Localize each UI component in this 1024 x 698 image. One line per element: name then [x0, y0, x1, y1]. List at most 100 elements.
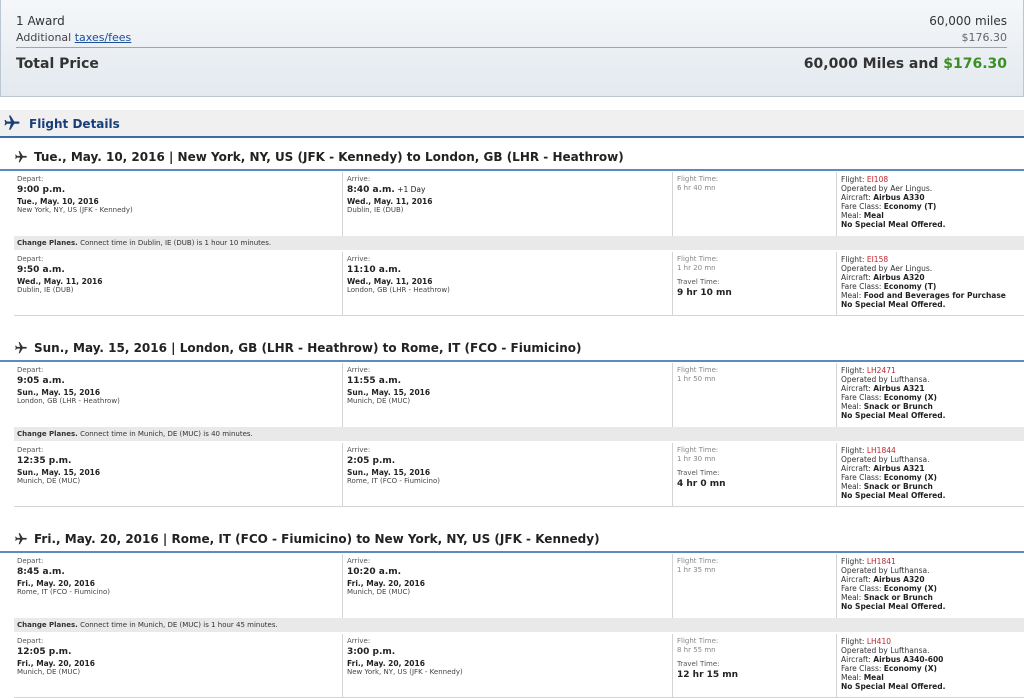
fare-class: Fare Class: Economy (T) [841, 282, 936, 291]
flight-info-cell: Flight: LH410 Operated by Lufthansa. Air… [838, 634, 1024, 698]
total-miles: 60,000 Miles and [803, 56, 944, 72]
flight-time-label: Flight Time: [677, 255, 719, 263]
fare-class-value: Economy (X) [883, 473, 937, 482]
arrive-date: Sun., May. 15, 2016 [347, 388, 431, 397]
summary-divider [16, 47, 1007, 48]
meal-label: Meal: [841, 402, 864, 411]
depart-place: Munich, DE (MUC) [17, 668, 81, 676]
depart-date: Tue., May. 10, 2016 [17, 197, 99, 206]
depart-label: Depart: [17, 446, 44, 454]
operated-by: Operated by Aer Lingus. [841, 184, 933, 193]
fare-class-label: Fare Class: [841, 393, 884, 402]
meal-value: Snack or Brunch [863, 593, 933, 602]
fare-class: Fare Class: Economy (X) [841, 664, 937, 673]
flight-info-cell: Flight: LH1844 Operated by Lufthansa. Ai… [838, 443, 1024, 507]
meal: Meal: Meal [841, 673, 884, 682]
segment-divider [0, 551, 1024, 553]
arrive-cell: Arrive: 2:05 p.m. Sun., May. 15, 2016 Ro… [344, 443, 673, 507]
aircraft-label: Aircraft: [841, 193, 874, 202]
flight-number-value[interactable]: EI108 [867, 175, 888, 184]
segment-title: Fri., May. 20, 2016 | Rome, IT (FCO - Fi… [14, 529, 600, 549]
flight-time-label: Flight Time: [677, 446, 719, 454]
segment-divider [0, 360, 1024, 362]
segment-title-text: Sun., May. 15, 2016 | London, GB (LHR - … [34, 341, 582, 355]
flight-time-label: Flight Time: [677, 637, 719, 645]
aircraft: Aircraft: Airbus A340-600 [841, 655, 943, 664]
flight-time-value: 1 hr 50 mn [677, 375, 716, 383]
special-meal-value: No Special Meal Offered. [841, 682, 946, 691]
arrive-label: Arrive: [347, 557, 371, 565]
airplane-icon [15, 533, 27, 545]
change-planes-label: Change Planes. [17, 239, 78, 247]
depart-time: 9:05 a.m. [17, 376, 65, 386]
meal-value: Snack or Brunch [863, 402, 933, 411]
depart-cell: Depart: 9:05 a.m. Sun., May. 15, 2016 Lo… [14, 363, 343, 427]
change-planes-bar: Change Planes. Connect time in Dublin, I… [14, 236, 1024, 250]
depart-place: Rome, IT (FCO - Fiumicino) [17, 588, 111, 596]
flight-leg-row: Depart: 12:05 p.m. Fri., May. 20, 2016 M… [0, 634, 1024, 698]
flight-number-value[interactable]: LH410 [867, 637, 891, 646]
special-meal-value: No Special Meal Offered. [841, 220, 946, 229]
flight-number: Flight: EI108 [841, 175, 888, 184]
connect-time-text: Connect time in Dublin, IE (DUB) is 1 ho… [80, 239, 272, 247]
change-planes-bar: Change Planes. Connect time in Munich, D… [14, 427, 1024, 441]
taxes-fees-link[interactable]: taxes/fees [75, 31, 132, 44]
row-divider [14, 315, 1024, 316]
segment-title: Tue., May. 10, 2016 | New York, NY, US (… [14, 147, 624, 167]
arrive-place: Munich, DE (MUC) [347, 588, 411, 596]
depart-place: New York, NY, US (JFK - Kennedy) [17, 206, 133, 214]
change-planes-bar: Change Planes. Connect time in Munich, D… [14, 618, 1024, 632]
arrive-date: Fri., May. 20, 2016 [347, 659, 425, 668]
total-price-value: 60,000 Miles and $176.30 [804, 56, 1007, 72]
price-summary: 1 Award 60,000 miles Additional taxes/fe… [0, 0, 1024, 97]
depart-date: Fri., May. 20, 2016 [17, 579, 95, 588]
flight-info-cell: Flight: EI108 Operated by Aer Lingus. Ai… [838, 172, 1024, 236]
operated-by: Operated by Lufthansa. [841, 375, 930, 384]
meal-label: Meal: [841, 482, 864, 491]
aircraft-label: Aircraft: [841, 273, 874, 282]
depart-place: Munich, DE (MUC) [17, 477, 81, 485]
meal-value: Food and Beverages for Purchase [863, 291, 1006, 300]
arrive-cell: Arrive: 10:20 a.m. Fri., May. 20, 2016 M… [344, 554, 673, 618]
depart-label: Depart: [17, 557, 44, 565]
time-cell: Flight Time: 1 hr 35 mn [674, 554, 837, 618]
meal-value: Snack or Brunch [863, 482, 933, 491]
row-divider [14, 506, 1024, 507]
arrive-time: 11:55 a.m. [347, 376, 401, 386]
flight-label: Flight: [841, 255, 867, 264]
flight-number: Flight: LH410 [841, 637, 891, 646]
aircraft-value: Airbus A321 [873, 384, 925, 393]
flight-details-title[interactable]: Flight Details [29, 117, 120, 131]
segment-title-text: Tue., May. 10, 2016 | New York, NY, US (… [34, 150, 624, 164]
additional-prefix: Additional [16, 31, 75, 44]
fare-class-value: Economy (X) [883, 664, 937, 673]
fare-class-value: Economy (T) [883, 282, 937, 291]
arrive-time-value: 8:40 a.m. [347, 185, 395, 195]
meal-value: Meal [863, 673, 884, 682]
flight-leg-row: Depart: 9:00 p.m. Tue., May. 10, 2016 Ne… [0, 172, 1024, 236]
arrive-place: Munich, DE (MUC) [347, 397, 411, 405]
meal: Meal: Snack or Brunch [841, 593, 933, 602]
depart-time: 9:50 a.m. [17, 265, 65, 275]
additional-fees-value: $176.30 [961, 31, 1008, 44]
flight-number-value[interactable]: LH2471 [867, 366, 896, 375]
flight-time-value: 1 hr 30 mn [677, 455, 716, 463]
special-meal: No Special Meal Offered. [841, 300, 946, 309]
flight-time-value: 6 hr 40 mn [677, 184, 716, 192]
flight-number-value[interactable]: LH1844 [867, 446, 896, 455]
segment-title-text: Fri., May. 20, 2016 | Rome, IT (FCO - Fi… [34, 532, 600, 546]
time-cell: Flight Time: 8 hr 55 mn Travel Time: 12 … [674, 634, 837, 698]
flight-number-value[interactable]: EI158 [867, 255, 888, 264]
depart-label: Depart: [17, 255, 44, 263]
flight-info-cell: Flight: LH1841 Operated by Lufthansa. Ai… [838, 554, 1024, 618]
meal-label: Meal: [841, 211, 864, 220]
depart-label: Depart: [17, 637, 44, 645]
meal-label: Meal: [841, 291, 864, 300]
arrive-time-value: 11:10 a.m. [347, 265, 402, 275]
arrive-label: Arrive: [347, 175, 371, 183]
time-cell: Flight Time: 6 hr 40 mn [674, 172, 837, 236]
arrive-label: Arrive: [347, 366, 371, 374]
arrive-cell: Arrive: 3:00 p.m. Fri., May. 20, 2016 Ne… [344, 634, 673, 698]
special-meal: No Special Meal Offered. [841, 220, 946, 229]
flight-number-value[interactable]: LH1841 [867, 557, 896, 566]
